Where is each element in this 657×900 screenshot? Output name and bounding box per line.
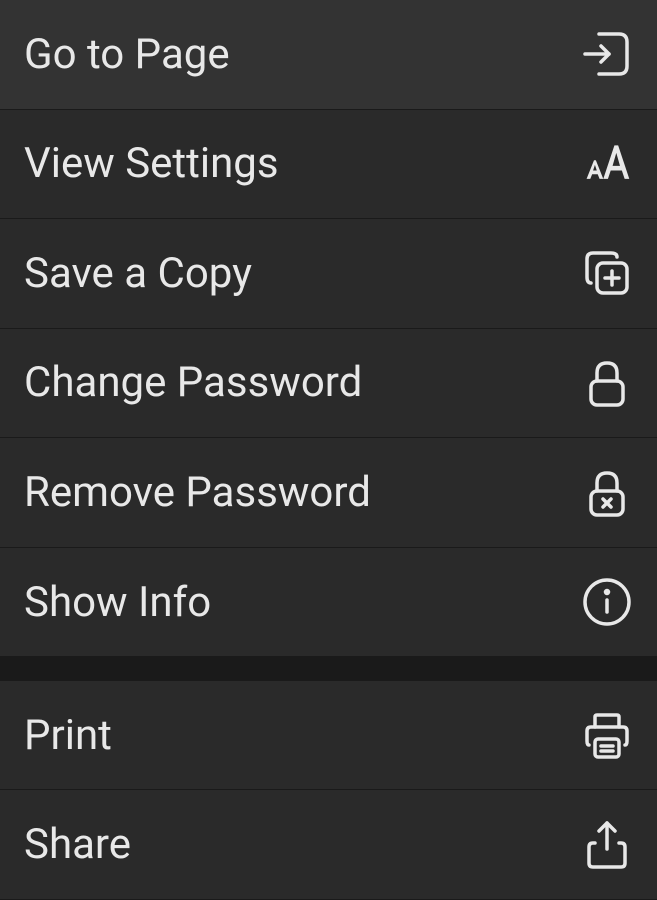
lock-icon <box>581 357 633 409</box>
lock-remove-icon <box>581 467 633 519</box>
menu-label: Show Info <box>24 578 211 627</box>
copy-plus-icon <box>581 247 633 299</box>
info-icon <box>581 576 633 628</box>
text-size-icon <box>581 138 633 190</box>
menu-label: Remove Password <box>24 468 371 517</box>
menu-label: Go to Page <box>24 30 230 79</box>
document-menu: Go to Page View Settings Save a Copy <box>0 0 657 900</box>
menu-item-change-password[interactable]: Change Password <box>0 329 657 439</box>
menu-separator <box>0 657 657 680</box>
go-to-page-icon <box>581 28 633 80</box>
menu-label: Share <box>24 820 131 869</box>
share-icon <box>581 819 633 871</box>
menu-item-view-settings[interactable]: View Settings <box>0 110 657 220</box>
menu-item-save-copy[interactable]: Save a Copy <box>0 219 657 329</box>
menu-label: View Settings <box>24 139 279 188</box>
menu-label: Print <box>24 711 112 760</box>
menu-label: Change Password <box>24 358 362 407</box>
menu-item-print[interactable]: Print <box>0 681 657 791</box>
menu-item-remove-password[interactable]: Remove Password <box>0 438 657 548</box>
menu-item-show-info[interactable]: Show Info <box>0 548 657 658</box>
print-icon <box>581 709 633 761</box>
menu-label: Save a Copy <box>24 249 252 298</box>
menu-item-share[interactable]: Share <box>0 790 657 900</box>
menu-item-go-to-page[interactable]: Go to Page <box>0 0 657 110</box>
